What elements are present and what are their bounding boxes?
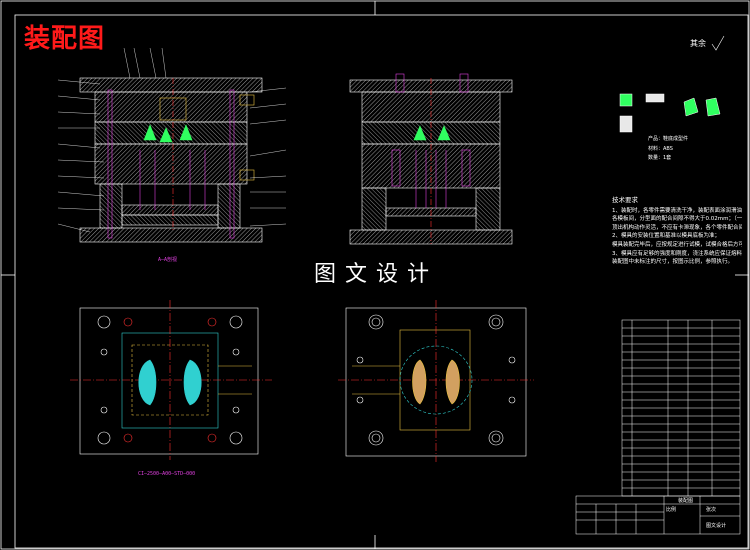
roughness-symbol	[711, 35, 725, 51]
watermark-text: 图文设计	[314, 262, 439, 287]
part-spec-line: 产品：鞋底成型件	[648, 136, 689, 142]
bom-table	[621, 319, 741, 497]
technical-requirements: 技术要求 1、装配时，各零件需要清洗干净，装配表面涂润滑油； 各模板间，分型面的…	[612, 196, 742, 267]
requirement-line: 各模板间，分型面的配合间隙不得大于0.02mm；（一0.03mm）以内；	[612, 216, 742, 223]
drawing-title: 装配图	[24, 24, 106, 54]
title-block-school: 图文设计	[706, 523, 727, 529]
part-spec-line: 数量：1套	[648, 155, 672, 161]
section-view-caption: A—A剖视	[158, 257, 178, 263]
requirement-line: 顶出机构动作灵活，不应有卡滞现象，各个零件配合间隙合理；	[612, 224, 742, 231]
plan-view-caption: CI—2500—A00—STD—000	[138, 471, 196, 477]
part-spec: 产品：鞋底成型件 材料：ABS 数量：1套	[648, 135, 688, 164]
moving-half-view	[338, 300, 534, 462]
requirement-line: 1、装配时，各零件需要清洗干净，装配表面涂润滑油；	[612, 207, 742, 214]
roughness-label: 其余	[690, 39, 706, 48]
plan-view	[70, 300, 272, 460]
section-view	[79, 77, 263, 243]
title-block-scale-label: 比例	[666, 507, 677, 513]
requirement-line: 3、模具应有足够的强度和刚度，浇注系统应保证熔料顺利充填；	[612, 250, 742, 257]
requirement-line: 装配图中未标注的尺寸，按图示比例，参照执行。	[612, 259, 734, 266]
product-views	[619, 93, 721, 133]
title-block-sheet-label: 张次	[706, 507, 717, 513]
title-block-drawing-name: 装配图	[678, 498, 694, 504]
requirement-line: 2、模具的安装位置和基准以模具底板为准；	[612, 233, 721, 240]
part-spec-line: 材料：ABS	[648, 145, 673, 152]
technical-requirements-heading: 技术要求	[612, 196, 638, 204]
side-view	[349, 73, 513, 245]
requirement-line: 模具装配完毕后，应按规定进行试模，试模合格后方可使用；	[612, 241, 742, 248]
